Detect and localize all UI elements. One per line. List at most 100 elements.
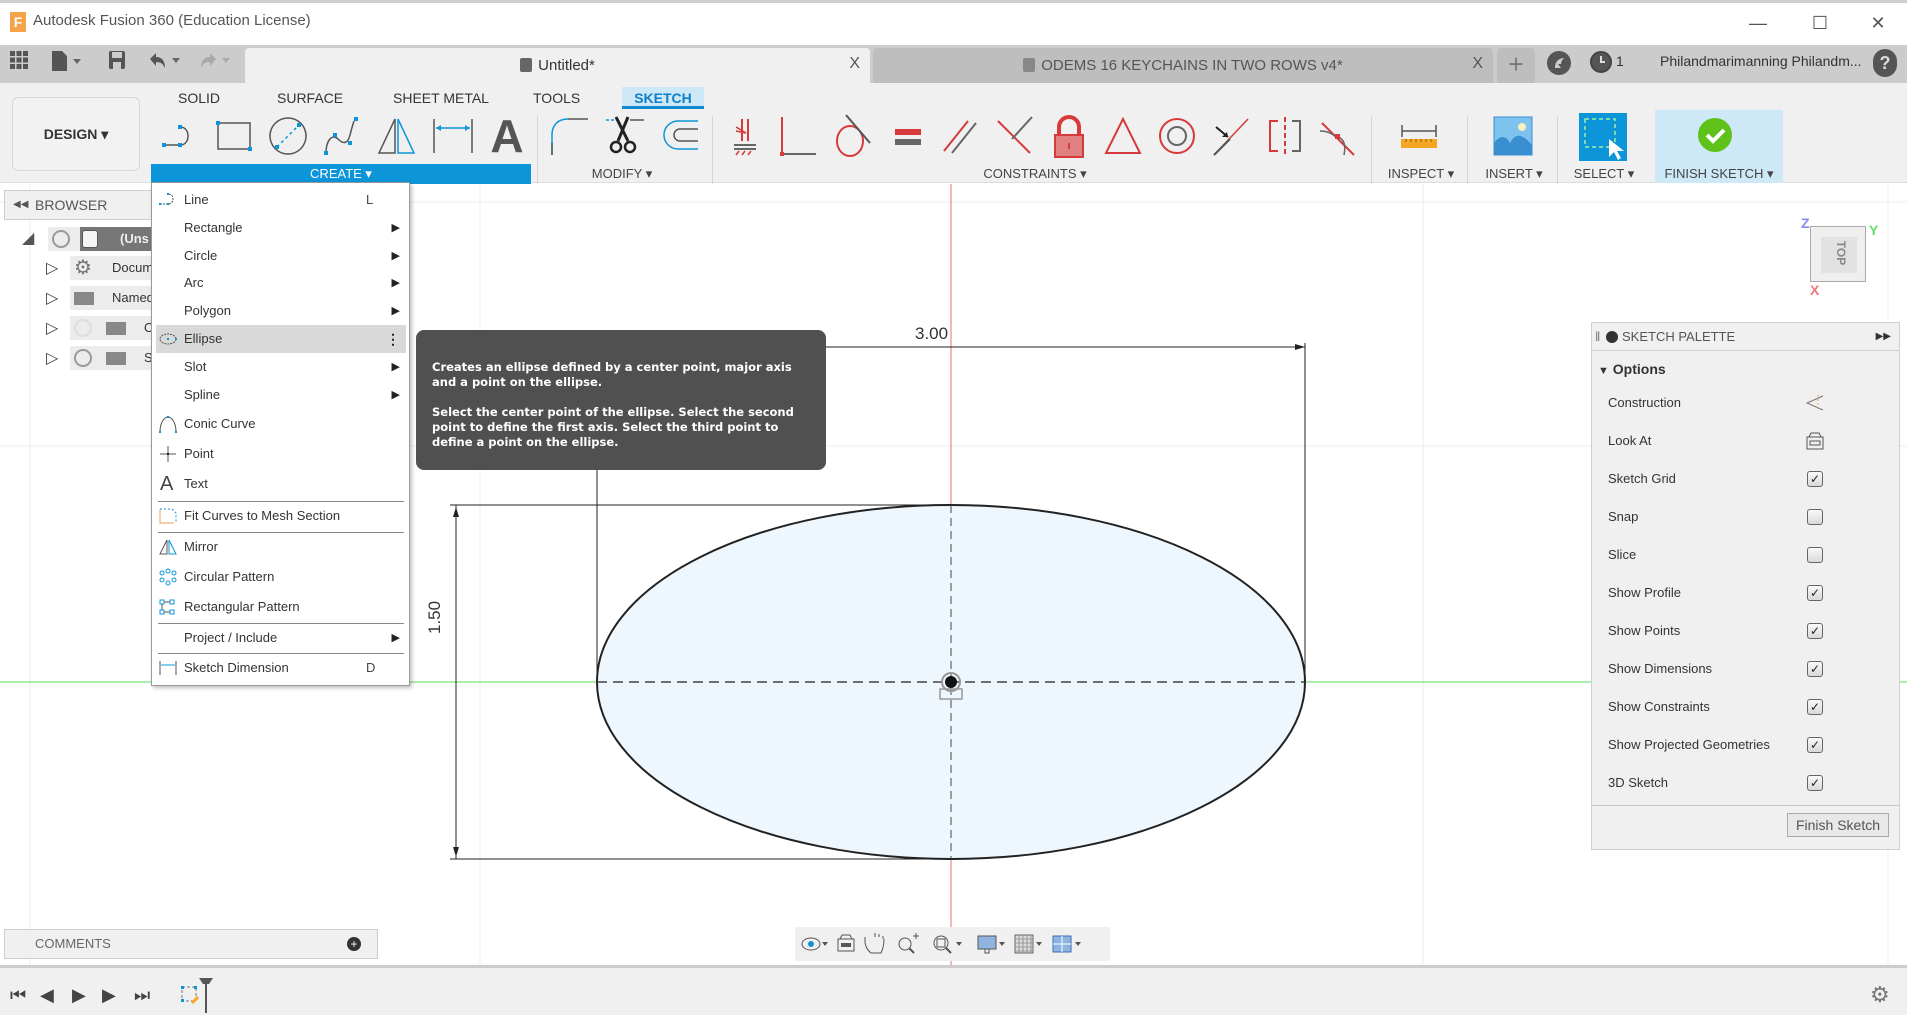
step-back-icon[interactable]: ◀ xyxy=(40,985,54,1006)
show-dimensions-checkbox[interactable]: ✓ xyxy=(1807,661,1823,677)
ellipse-center-point[interactable] xyxy=(945,676,957,688)
insert-menu-button[interactable]: INSERT ▾ xyxy=(1470,164,1558,184)
palette-row-3d-sketch[interactable]: 3D Sketch ✓ xyxy=(1608,771,1888,795)
snap-checkbox[interactable] xyxy=(1807,509,1823,525)
text-tool-icon[interactable]: A xyxy=(484,113,530,159)
close-tab-icon[interactable]: X xyxy=(1472,55,1483,73)
sketch-grid-checkbox[interactable]: ✓ xyxy=(1807,471,1823,487)
palette-row-slice[interactable]: Slice xyxy=(1608,543,1888,567)
fillet-tool-icon[interactable] xyxy=(548,113,594,159)
offset-tool-icon[interactable] xyxy=(658,113,704,159)
palette-row-show-projected-geometries[interactable]: Show Projected Geometries ✓ xyxy=(1608,733,1888,757)
fix-constraint-icon[interactable] xyxy=(722,113,768,159)
viewcube[interactable]: TOP xyxy=(1810,226,1866,282)
expand-arrow-icon[interactable]: ▷ xyxy=(46,348,58,368)
menu-item-point[interactable]: Point xyxy=(156,440,406,468)
select-window-icon[interactable] xyxy=(1579,113,1627,161)
slice-checkbox[interactable] xyxy=(1807,547,1823,563)
apps-grid-icon[interactable] xyxy=(8,50,30,76)
menu-item-polygon[interactable]: Polygon ▶ xyxy=(156,297,406,325)
parallel-constraint-icon[interactable] xyxy=(938,113,984,159)
timeline-settings-gear-icon[interactable]: ⚙ xyxy=(1870,982,1890,1008)
new-tab-button[interactable]: + xyxy=(1497,48,1535,83)
menu-item-fit-curves[interactable]: Fit Curves to Mesh Section xyxy=(156,502,406,530)
measure-ruler-icon[interactable] xyxy=(1396,113,1442,159)
expand-arrow-icon[interactable]: ▷ xyxy=(46,288,58,308)
perpendicular-constraint-icon[interactable] xyxy=(992,113,1038,159)
browser-item-document-settings[interactable]: ⚙ Docum xyxy=(70,256,153,280)
menu-item-circle[interactable]: Circle ▶ xyxy=(156,242,406,270)
save-icon[interactable] xyxy=(106,50,128,76)
finish-sketch-label[interactable]: FINISH SKETCH ▾ xyxy=(1655,164,1783,184)
menu-item-sketch-dimension[interactable]: Sketch Dimension D xyxy=(156,654,406,682)
spline-tool-icon[interactable] xyxy=(320,113,366,159)
viewcube-face-top[interactable]: TOP xyxy=(1834,241,1848,265)
tab-sketch[interactable]: SKETCH xyxy=(622,87,704,109)
file-menu-icon[interactable] xyxy=(48,50,84,76)
palette-row-snap[interactable]: Snap xyxy=(1608,505,1888,529)
coincident-constraint-icon[interactable] xyxy=(776,113,822,159)
collapse-tree-icon[interactable]: ◢ xyxy=(22,228,34,248)
go-to-end-icon[interactable]: ⏭ xyxy=(134,985,150,1006)
menu-item-conic-curve[interactable]: Conic Curve xyxy=(156,410,406,438)
show-constraints-checkbox[interactable]: ✓ xyxy=(1807,699,1823,715)
job-status-clock-icon[interactable] xyxy=(1590,51,1612,73)
extensions-icon[interactable] xyxy=(1547,51,1571,75)
pan-hand-icon[interactable] xyxy=(864,933,885,954)
fit-zoom-window-icon[interactable] xyxy=(933,935,962,954)
concentric-constraint-icon[interactable] xyxy=(1154,113,1200,159)
look-at-icon[interactable] xyxy=(1805,431,1825,451)
inspect-menu-button[interactable]: INSPECT ▾ xyxy=(1376,164,1466,184)
visibility-eye-icon[interactable] xyxy=(74,349,92,367)
palette-row-sketch-grid[interactable]: Sketch Grid ✓ xyxy=(1608,467,1888,491)
palette-row-show-points[interactable]: Show Points ✓ xyxy=(1608,619,1888,643)
document-tab-keychains[interactable]: ODEMS 16 KEYCHAINS IN TWO ROWS v4* X xyxy=(873,48,1493,83)
zoom-icon[interactable] xyxy=(898,933,919,954)
tab-surface[interactable]: SURFACE xyxy=(277,87,343,109)
dimension-value-width[interactable]: 3.00 xyxy=(915,324,948,344)
display-settings-icon[interactable] xyxy=(977,935,1005,954)
curvature-constraint-icon[interactable] xyxy=(1316,113,1362,159)
minimize-button[interactable]: — xyxy=(1735,8,1781,38)
comments-panel[interactable]: COMMENTS + xyxy=(4,929,378,959)
user-account-menu[interactable]: Philandmarimanning Philandm... xyxy=(1660,53,1862,69)
browser-panel-header[interactable]: ◀◀ BROWSER xyxy=(4,190,152,220)
circle-tool-icon[interactable] xyxy=(265,113,311,159)
expand-palette-icon[interactable]: ▶▶ xyxy=(1876,323,1891,351)
construction-icon[interactable] xyxy=(1805,393,1825,413)
menu-item-rectangular-pattern[interactable]: Rectangular Pattern xyxy=(156,593,406,621)
close-tab-icon[interactable]: X xyxy=(849,55,860,73)
undo-icon[interactable] xyxy=(146,50,186,76)
palette-row-show-profile[interactable]: Show Profile ✓ xyxy=(1608,581,1888,605)
drag-handle-icon[interactable]: ‖ xyxy=(1595,323,1600,351)
menu-item-ellipse[interactable]: Ellipse ⋮ xyxy=(156,325,406,353)
sketch-palette-header[interactable]: ‖ SKETCH PALETTE ▶▶ xyxy=(1592,323,1899,351)
tangent-constraint-icon[interactable] xyxy=(830,113,876,159)
collapse-browser-icon[interactable]: ◀◀ xyxy=(13,191,28,219)
menu-item-text[interactable]: A Text xyxy=(156,470,406,498)
constraints-menu-button[interactable]: CONSTRAINTS ▾ xyxy=(935,164,1135,184)
add-comment-icon[interactable]: + xyxy=(347,937,361,951)
show-profile-checkbox[interactable]: ✓ xyxy=(1807,585,1823,601)
menu-item-project-include[interactable]: Project / Include ▶ xyxy=(156,624,406,652)
equal-constraint-icon[interactable] xyxy=(885,113,931,159)
viewports-icon[interactable] xyxy=(1052,935,1081,953)
modify-menu-button[interactable]: MODIFY ▾ xyxy=(548,164,696,184)
symmetry-constraint-icon[interactable] xyxy=(1262,113,1308,159)
palette-row-show-constraints[interactable]: Show Constraints ✓ xyxy=(1608,695,1888,719)
help-icon[interactable]: ? xyxy=(1873,49,1897,77)
collapse-palette-icon[interactable] xyxy=(1606,331,1618,343)
line-tool-icon[interactable] xyxy=(158,113,204,159)
sketch-dimension-tool-icon[interactable] xyxy=(430,113,476,159)
menu-item-line[interactable]: Line L xyxy=(156,186,406,214)
menu-item-rectangle[interactable]: Rectangle ▶ xyxy=(156,214,406,242)
menu-item-circular-pattern[interactable]: Circular Pattern xyxy=(156,563,406,591)
options-section-header[interactable]: ▼ Options xyxy=(1598,357,1878,381)
tab-solid[interactable]: SOLID xyxy=(178,87,220,109)
expand-arrow-icon[interactable]: ▷ xyxy=(46,318,58,338)
tab-sheet-metal[interactable]: SHEET METAL xyxy=(393,87,489,109)
lock-constraint-icon[interactable] xyxy=(1046,113,1092,159)
grid-settings-icon[interactable] xyxy=(1014,934,1042,954)
palette-finish-sketch-button[interactable]: Finish Sketch xyxy=(1787,813,1889,837)
menu-item-spline[interactable]: Spline ▶ xyxy=(156,381,406,409)
